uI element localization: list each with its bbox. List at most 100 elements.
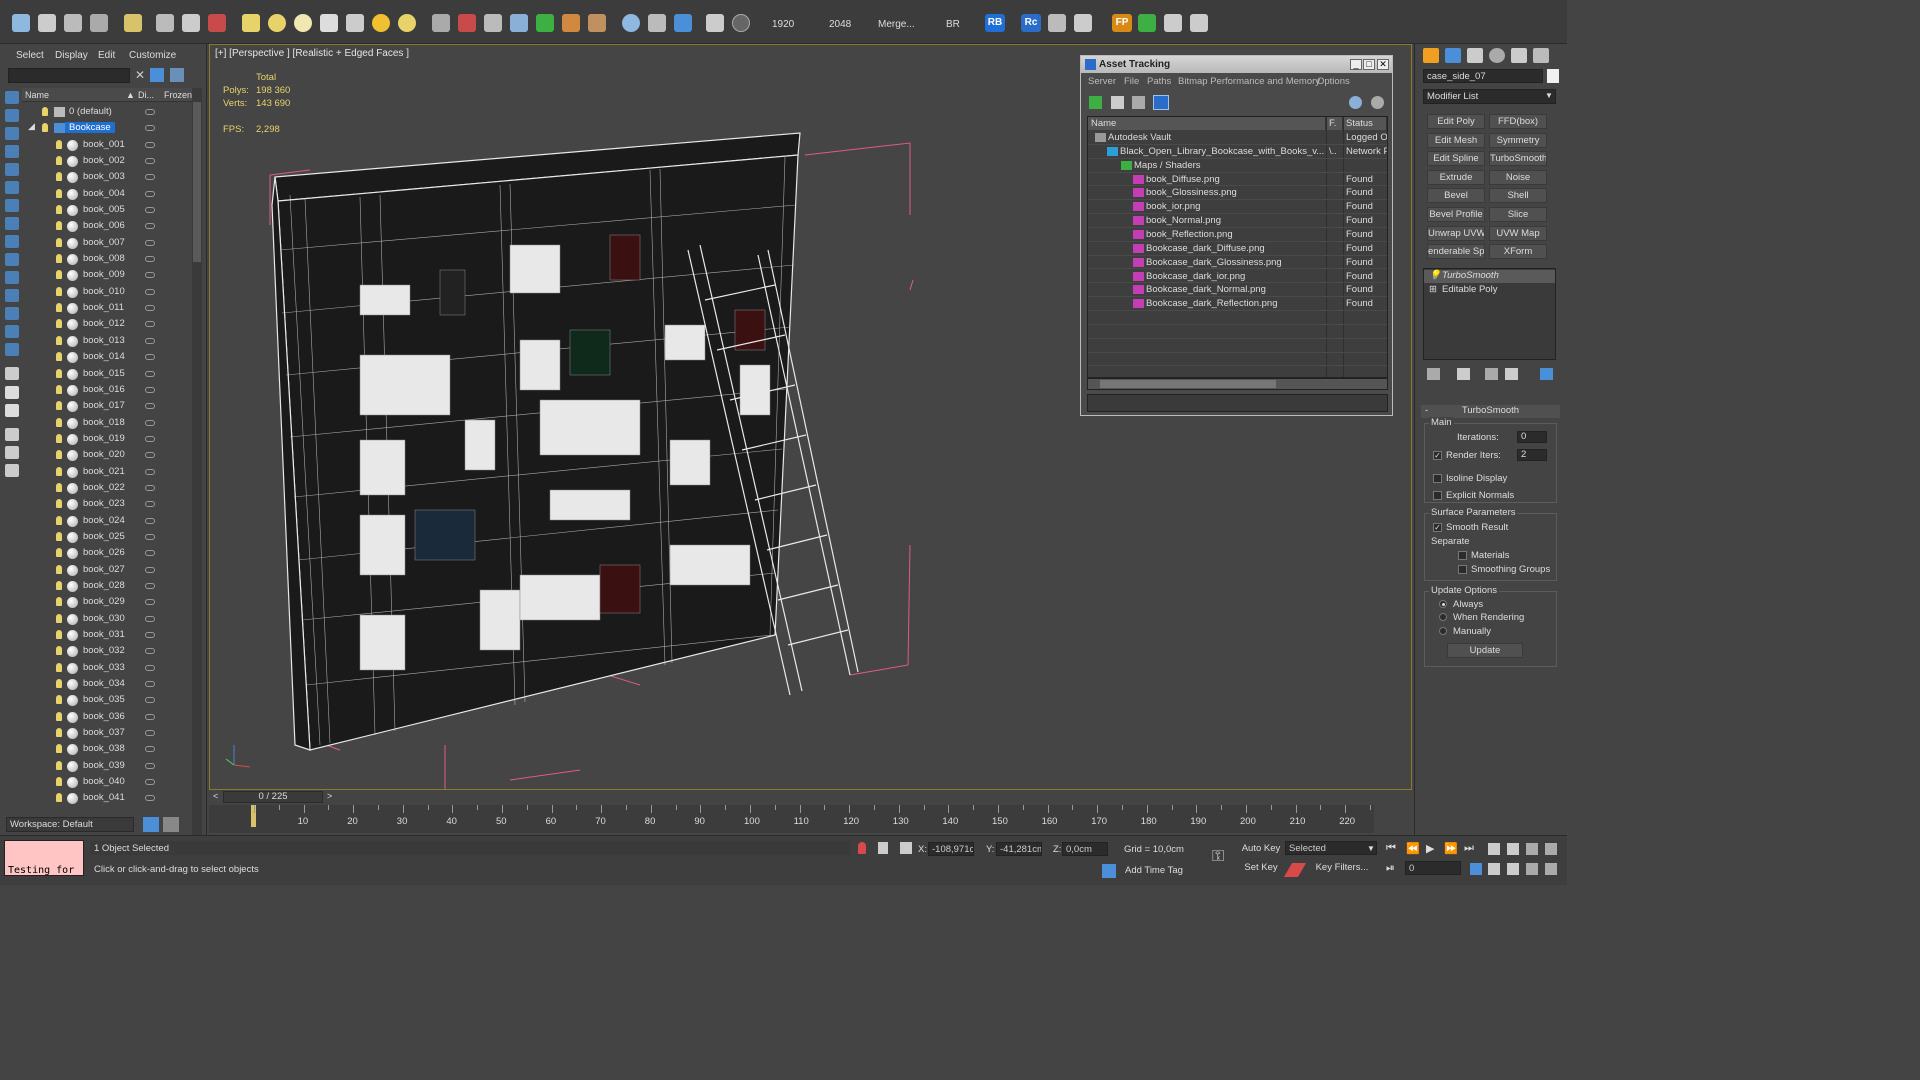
rc-button[interactable]: Rc [1021, 14, 1041, 32]
freeze-toggle-icon[interactable] [145, 141, 155, 148]
layer-explorer-icon[interactable] [143, 817, 159, 832]
page-icon[interactable] [5, 386, 19, 399]
freeze-toggle-icon[interactable] [145, 779, 155, 786]
table-row[interactable]: book_Diffuse.png Found [1088, 173, 1387, 187]
visibility-bulb-icon[interactable] [56, 270, 62, 280]
stack-item-turbosmooth[interactable]: 💡 TurboSmooth [1424, 270, 1555, 283]
expand-plus-icon[interactable]: ⊞ [1429, 284, 1437, 295]
utilities-tab-icon[interactable] [1533, 48, 1549, 63]
next-frame-icon[interactable]: ⏩ [1444, 842, 1458, 855]
container-filter-icon[interactable] [5, 307, 19, 320]
freeze-toggle-icon[interactable] [145, 795, 155, 802]
visibility-bulb-icon[interactable] [56, 679, 62, 689]
render-iters-spinner[interactable]: 2 [1517, 449, 1547, 461]
list-icon[interactable] [1190, 14, 1208, 32]
box-icon[interactable] [242, 14, 260, 32]
list-item[interactable]: book_038 [22, 741, 192, 757]
teapot-icon[interactable] [12, 14, 30, 32]
column-status[interactable]: Status [1343, 117, 1387, 130]
sun-icon[interactable] [372, 14, 390, 32]
invert-display-icon[interactable] [5, 127, 19, 140]
set-key-toggle-icon[interactable] [1283, 863, 1307, 877]
play-icon[interactable]: ▶ [1426, 842, 1434, 855]
list-view-icon[interactable] [1111, 96, 1124, 109]
visibility-bulb-icon[interactable] [56, 777, 62, 787]
hierarchy-mode-icon[interactable] [163, 817, 179, 832]
configure-sets-icon[interactable] [1540, 368, 1553, 380]
lock-selection-icon[interactable] [878, 842, 888, 854]
visibility-bulb-icon[interactable] [56, 531, 62, 541]
menu-customize[interactable]: Customize [129, 50, 176, 61]
modifier-button[interactable]: Unwrap UVW [1427, 225, 1485, 241]
visibility-bulb-icon[interactable] [56, 335, 62, 345]
menu-bitmap-performance[interactable]: Bitmap Performance and Memory [1178, 76, 1320, 87]
material-editor-icon[interactable] [124, 14, 142, 32]
camera-filter-icon[interactable] [5, 199, 19, 212]
menu-display[interactable]: Display [55, 50, 88, 61]
time-slider-thumb[interactable]: 0 / 225 [223, 791, 323, 803]
visibility-bulb-icon[interactable] [56, 188, 62, 198]
scissors-icon[interactable] [1164, 14, 1182, 32]
column-f[interactable]: F. [1326, 117, 1343, 130]
list-item[interactable]: book_010 [22, 284, 192, 300]
visibility-bulb-icon[interactable] [56, 744, 62, 754]
table-row[interactable]: Bookcase_dark_Normal.png Found [1088, 283, 1387, 298]
zoom-extents-icon[interactable] [1526, 843, 1538, 855]
freeze-toggle-icon[interactable] [145, 370, 155, 377]
freeze-toggle-icon[interactable] [145, 681, 155, 688]
freeze-toggle-icon[interactable] [145, 337, 155, 344]
column-name[interactable]: Name [25, 90, 49, 100]
freeze-toggle-icon[interactable] [145, 256, 155, 263]
list-item[interactable]: book_023 [22, 496, 192, 512]
freeze-toggle-icon[interactable] [145, 664, 155, 671]
frozen-filter-icon[interactable] [5, 325, 19, 338]
visibility-bulb-icon[interactable] [56, 760, 62, 770]
visibility-bulb-icon[interactable] [56, 793, 62, 803]
list-item[interactable]: book_005 [22, 202, 192, 218]
freeze-toggle-icon[interactable] [145, 435, 155, 442]
visibility-bulb-icon[interactable] [56, 417, 62, 427]
visibility-bulb-icon[interactable] [56, 728, 62, 738]
rb-button[interactable]: RB [985, 14, 1005, 32]
display-all-icon[interactable] [5, 109, 19, 122]
geometry-filter-icon[interactable] [5, 145, 19, 158]
freeze-toggle-icon[interactable] [145, 517, 155, 524]
visibility-bulb-icon[interactable] [56, 172, 62, 182]
stack-item-editable-poly[interactable]: ⊞ Editable Poly [1424, 284, 1555, 297]
previous-frame-icon[interactable]: ⏪ [1406, 842, 1420, 855]
freeze-toggle-icon[interactable] [145, 190, 155, 197]
x-coordinate-field[interactable]: -108,971cr [928, 842, 974, 856]
visibility-bulb-icon[interactable] [56, 466, 62, 476]
spacewarp-filter-icon[interactable] [5, 235, 19, 248]
list-item[interactable]: book_041 [22, 790, 192, 804]
target-icon[interactable] [398, 14, 416, 32]
list-item[interactable]: book_001 [22, 137, 192, 153]
key-icon[interactable]: ⚿ [1212, 848, 1224, 866]
visibility-bulb-icon[interactable] [56, 254, 62, 264]
list-item[interactable]: book_002 [22, 153, 192, 169]
remove-modifier-icon[interactable] [1505, 368, 1518, 380]
asset-horizontal-scrollbar[interactable] [1087, 378, 1388, 390]
freeze-toggle-icon[interactable] [145, 550, 155, 557]
table-row[interactable]: Autodesk Vault Logged Ou [1088, 131, 1387, 145]
modifier-button[interactable]: TurboSmooth [1489, 151, 1547, 167]
list-item[interactable]: book_012 [22, 316, 192, 332]
torus-icon[interactable] [294, 14, 312, 32]
update-button[interactable]: Update [1447, 643, 1523, 658]
current-frame-field[interactable]: 0 [1405, 861, 1461, 875]
update-always-radio[interactable] [1439, 600, 1447, 608]
cone-icon[interactable] [320, 14, 338, 32]
visibility-bulb-icon[interactable] [42, 107, 48, 116]
table-row[interactable]: book_ior.png Found [1088, 200, 1387, 215]
fp-button[interactable]: FP [1112, 14, 1132, 32]
update-manually-radio[interactable] [1439, 627, 1447, 635]
set-key-button[interactable]: Set Key [1240, 861, 1282, 877]
freeze-toggle-icon[interactable] [145, 484, 155, 491]
sphere-icon[interactable] [268, 14, 286, 32]
modify-tab-icon[interactable] [1445, 48, 1461, 63]
freeze-toggle-icon[interactable] [145, 697, 155, 704]
freeze-toggle-icon[interactable] [145, 288, 155, 295]
workspace-dropdown[interactable]: Workspace: Default [6, 817, 134, 832]
visibility-bulb-icon[interactable] [56, 499, 62, 509]
go-to-end-icon[interactable]: ⏭ [1464, 842, 1474, 855]
